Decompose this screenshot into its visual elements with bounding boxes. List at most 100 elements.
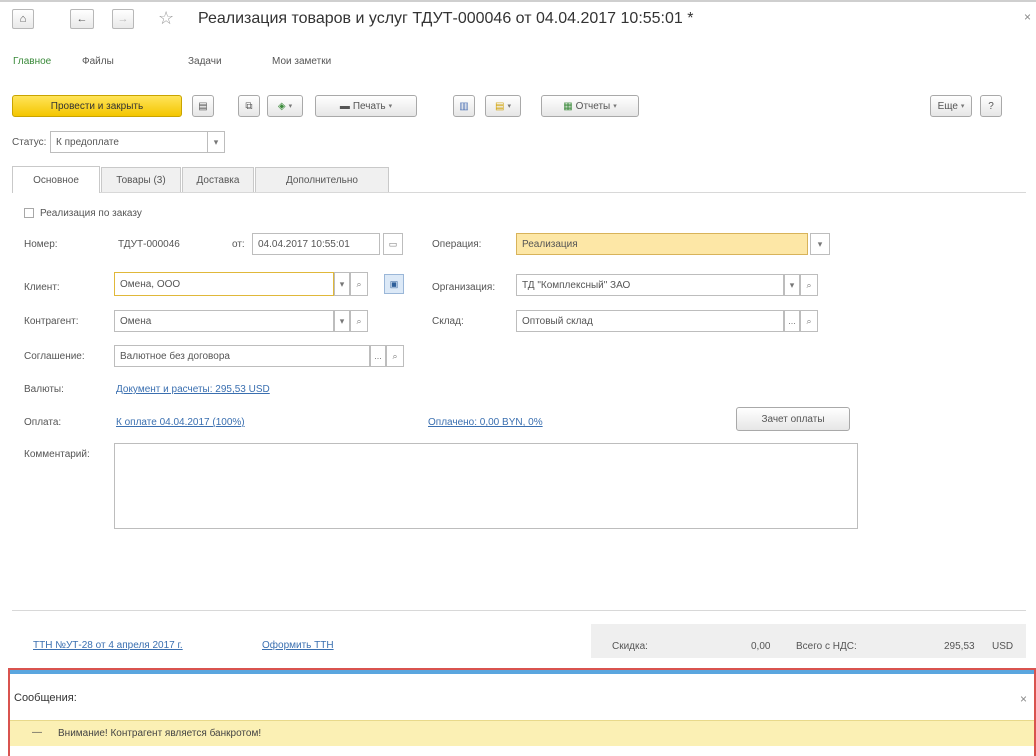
organization-dropdown-button[interactable]: ▾ (784, 274, 800, 296)
messages-accent-bar (10, 670, 1034, 674)
back-icon[interactable]: ← (70, 9, 94, 29)
reports-button[interactable]: ▦ Отчеты ▾ (541, 95, 639, 117)
tabs-baseline (12, 192, 1026, 193)
search-icon: ⌕ (356, 278, 362, 289)
status-label: Статус: (12, 137, 47, 148)
operation-select[interactable]: Реализация (516, 233, 808, 255)
attachments-button[interactable]: ▤ ▾ (485, 95, 521, 117)
discount-value: 0,00 (751, 641, 771, 652)
save-icon: ▤ (198, 100, 208, 112)
number-value: ТДУТ-000046 (118, 239, 180, 250)
agreement-search-button[interactable]: ⌕ (386, 345, 404, 367)
paid-amount-link[interactable]: Оплачено: 0,00 BYN, 0% (428, 417, 543, 428)
client-search-button[interactable]: ⌕ (350, 272, 368, 296)
counterparty-label: Контрагент: (24, 316, 79, 327)
ttn-link[interactable]: ТТН №УТ-28 от 4 апреля 2017 г. (33, 640, 183, 651)
home-icon[interactable]: ⌂ (12, 9, 34, 29)
search-icon: ⌕ (392, 350, 398, 361)
report-icon: ▦ (563, 100, 573, 112)
comment-textarea[interactable] (114, 443, 858, 529)
total-currency: USD (992, 641, 1014, 652)
warehouse-search-button[interactable]: ⌕ (800, 310, 818, 332)
message-text: Внимание! Контрагент является банкротом! (58, 728, 262, 739)
printer-icon: ▬ (339, 100, 350, 112)
tab-main[interactable]: Основное (12, 166, 100, 193)
counterparty-input[interactable]: Омена (114, 310, 334, 332)
warehouse-select-button[interactable]: ... (784, 310, 800, 332)
print-label: Печать (352, 100, 386, 112)
search-icon: ⌕ (806, 315, 812, 326)
nav-tabs: Главное Файлы Задачи Мои заметки (0, 56, 500, 70)
client-label: Клиент: (24, 282, 60, 293)
comment-label: Комментарий: (24, 449, 90, 460)
chevron-down-icon: ▾ (288, 103, 293, 110)
total-value: 295,53 (944, 641, 975, 652)
counterparty-dropdown-button[interactable]: ▾ (334, 310, 350, 332)
nav-tab-notes[interactable]: Мои заметки (272, 56, 331, 67)
favorite-star-icon[interactable]: ☆ (158, 8, 174, 29)
chevron-down-icon: ▾ (339, 278, 345, 289)
chevron-down-icon: ▾ (339, 315, 345, 326)
calendar-button[interactable]: ▭ (383, 233, 403, 255)
dots-icon: ... (374, 351, 382, 361)
counterparty-search-button[interactable]: ⌕ (350, 310, 368, 332)
help-button[interactable]: ? (980, 95, 1002, 117)
operation-dropdown-button[interactable]: ▾ (810, 233, 830, 255)
chevron-down-icon: ▾ (613, 103, 617, 110)
calendar-icon: ▭ (388, 238, 398, 249)
dots-icon: ... (788, 316, 796, 326)
client-input[interactable]: Омена, ООО (114, 272, 334, 296)
nav-tab-main[interactable]: Главное (13, 56, 51, 67)
post-and-close-button[interactable]: Провести и закрыть (12, 95, 182, 117)
organization-label: Организация: (432, 282, 496, 293)
warehouse-input[interactable]: Оптовый склад (516, 310, 784, 332)
copy-button[interactable]: ⧉ (238, 95, 260, 117)
structure-button[interactable]: ▥ (453, 95, 475, 117)
more-button[interactable]: Еще ▾ (930, 95, 972, 117)
tab-delivery[interactable]: Доставка (182, 167, 254, 192)
message-item[interactable]: — Внимание! Контрагент является банкрото… (10, 720, 1034, 746)
save-button[interactable]: ▤ (192, 95, 214, 117)
chevron-down-icon: ▾ (817, 238, 823, 249)
window-title: Реализация товаров и услуг ТДУТ-000046 о… (198, 10, 694, 27)
tab-goods[interactable]: Товары (3) (101, 167, 181, 192)
card-icon: ▣ (389, 278, 399, 289)
organization-search-button[interactable]: ⌕ (800, 274, 818, 296)
footer-separator (12, 610, 1026, 611)
print-button[interactable]: ▬ Печать ▾ (315, 95, 417, 117)
client-dropdown-button[interactable]: ▾ (334, 272, 350, 296)
tab-additional[interactable]: Дополнительно (255, 167, 389, 192)
create-based-button[interactable]: ◈ ▾ (267, 95, 303, 117)
payment-label: Оплата: (24, 417, 62, 428)
top-border (0, 0, 1036, 2)
create-based-icon: ◈ (277, 100, 286, 112)
operation-label: Операция: (432, 239, 482, 250)
status-dropdown-button[interactable]: ▾ (207, 131, 225, 153)
messages-close-icon[interactable]: × (1020, 692, 1027, 706)
make-ttn-link[interactable]: Оформить ТТН (262, 640, 334, 651)
close-icon[interactable]: × (1024, 10, 1031, 24)
forward-icon[interactable]: → (112, 9, 134, 29)
agreement-label: Соглашение: (24, 351, 85, 362)
by-order-checkbox[interactable] (24, 208, 34, 218)
date-input[interactable]: 04.04.2017 10:55:01 (252, 233, 380, 255)
message-bullet-icon: — (32, 727, 42, 738)
total-label: Всего с НДС: (796, 641, 857, 652)
status-select[interactable]: К предоплате (50, 131, 208, 153)
currency-settlements-link[interactable]: Документ и расчеты: 295,53 USD (116, 384, 270, 395)
currency-label: Валюты: (24, 384, 64, 395)
agreement-input[interactable]: Валютное без договора (114, 345, 370, 367)
nav-tab-files[interactable]: Файлы (82, 56, 114, 67)
chevron-down-icon: ▾ (388, 103, 393, 110)
client-card-button[interactable]: ▣ (384, 274, 404, 294)
date-from-label: от: (232, 239, 245, 250)
warehouse-label: Склад: (432, 316, 464, 327)
organization-input[interactable]: ТД "Комплексный" ЗАО (516, 274, 784, 296)
nav-tab-tasks[interactable]: Задачи (188, 56, 222, 67)
chevron-down-icon: ▾ (213, 136, 219, 147)
agreement-select-button[interactable]: ... (370, 345, 386, 367)
payment-offset-button[interactable]: Зачет оплаты (736, 407, 850, 431)
search-icon: ⌕ (356, 315, 362, 326)
number-label: Номер: (24, 239, 58, 250)
payment-schedule-link[interactable]: К оплате 04.04.2017 (100%) (116, 417, 245, 428)
